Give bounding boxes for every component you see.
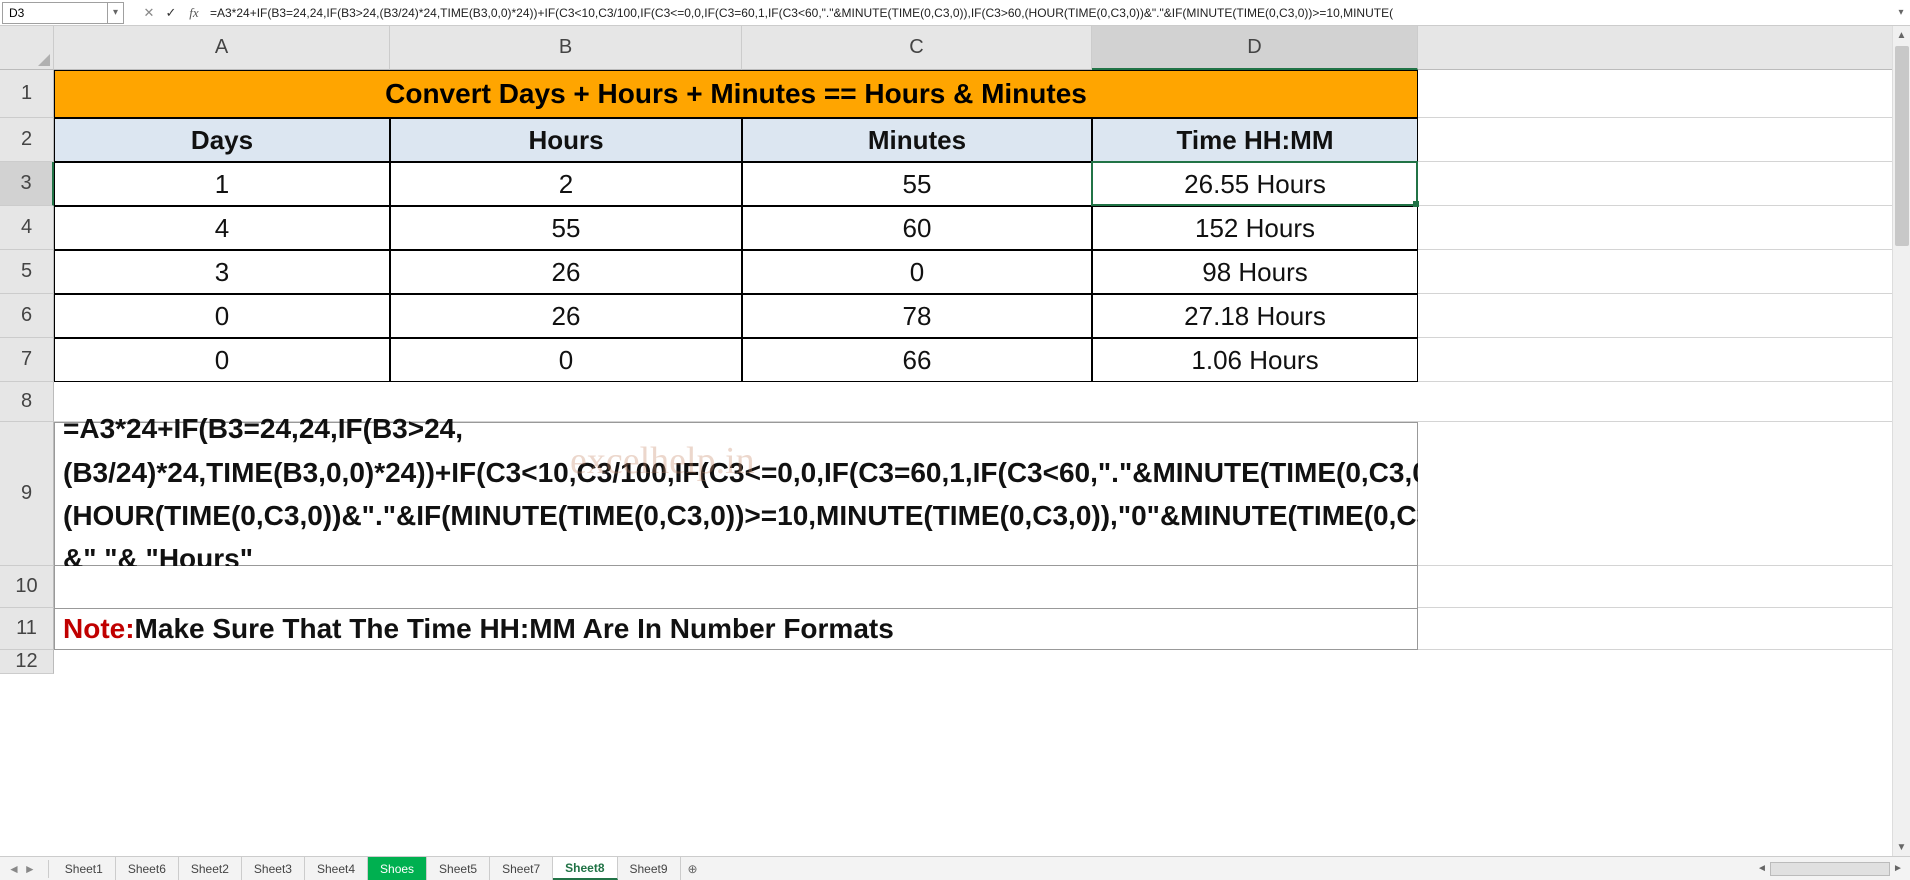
col-header-a[interactable]: A	[54, 26, 390, 70]
cell-a6[interactable]: 0	[54, 294, 390, 338]
row-headers: 1 2 3 4 5 6 7 8 9 10 11 12	[0, 70, 54, 674]
cell-blank-row12[interactable]	[54, 650, 1418, 674]
cell-blank[interactable]	[1418, 566, 1910, 608]
accept-formula-button[interactable]: ✓	[160, 2, 182, 24]
cell-b3[interactable]: 2	[390, 162, 742, 206]
cells-area: Convert Days + Hours + Minutes == Hours …	[54, 70, 1910, 674]
row-header[interactable]: 4	[0, 206, 54, 250]
row-header[interactable]: 2	[0, 118, 54, 162]
cell-blank[interactable]	[1418, 294, 1910, 338]
sheet-tab[interactable]: Sheet5	[427, 857, 490, 880]
header-hours[interactable]: Hours	[390, 118, 742, 162]
sheet-tab[interactable]: Sheet6	[116, 857, 179, 880]
cell-b4[interactable]: 55	[390, 206, 742, 250]
scroll-down-icon[interactable]: ▼	[1893, 838, 1910, 856]
cell-blank[interactable]	[1418, 422, 1910, 566]
formula-display-cell[interactable]: =A3*24+IF(B3=24,24,IF(B3>24,(B3/24)*24,T…	[54, 422, 1418, 566]
cell-b5[interactable]: 26	[390, 250, 742, 294]
cell-c3[interactable]: 55	[742, 162, 1092, 206]
row-header[interactable]: 7	[0, 338, 54, 382]
cell-blank[interactable]	[1418, 650, 1910, 674]
formula-input[interactable]	[206, 2, 1892, 24]
hscroll-track[interactable]	[1770, 862, 1890, 876]
cell-d7[interactable]: 1.06 Hours	[1092, 338, 1418, 382]
col-header-blank[interactable]	[1418, 26, 1910, 70]
row-header[interactable]: 1	[0, 70, 54, 118]
sheet-tab-shoes[interactable]: Shoes	[368, 857, 427, 880]
note-cell[interactable]: Note: Make Sure That The Time HH:MM Are …	[54, 608, 1418, 650]
note-text: Make Sure That The Time HH:MM Are In Num…	[135, 613, 894, 645]
row-header[interactable]: 8	[0, 382, 54, 422]
sheet-tab[interactable]: Sheet1	[53, 857, 116, 880]
sheet-nav-next-icon[interactable]: ►	[24, 862, 36, 876]
cancel-formula-button[interactable]: ✕	[138, 2, 160, 24]
cell-c7[interactable]: 66	[742, 338, 1092, 382]
col-header-b[interactable]: B	[390, 26, 742, 70]
sheet-tabs: Sheet1 Sheet6 Sheet2 Sheet3 Sheet4 Shoes…	[53, 857, 705, 880]
cell-blank[interactable]	[1418, 70, 1910, 118]
cell-b6[interactable]: 26	[390, 294, 742, 338]
select-all-corner[interactable]	[0, 26, 54, 70]
row-header[interactable]: 12	[0, 650, 54, 674]
horizontal-scroll-area: ◄ ►	[1754, 862, 1910, 876]
sheet-tab[interactable]: Sheet7	[490, 857, 553, 880]
row-header[interactable]: 5	[0, 250, 54, 294]
cell-a4[interactable]: 4	[54, 206, 390, 250]
sheet-nav: ◄ ►	[0, 862, 44, 876]
cell-b7[interactable]: 0	[390, 338, 742, 382]
sheet-tab[interactable]: Sheet3	[242, 857, 305, 880]
cell-c5[interactable]: 0	[742, 250, 1092, 294]
scroll-up-icon[interactable]: ▲	[1893, 26, 1910, 44]
add-sheet-button[interactable]: ⊕	[681, 857, 705, 880]
col-header-d[interactable]: D	[1092, 26, 1418, 70]
note-label: Note:	[63, 613, 135, 645]
cell-a5[interactable]: 3	[54, 250, 390, 294]
cell-blank-row10[interactable]	[54, 566, 1418, 608]
cell-c4[interactable]: 60	[742, 206, 1092, 250]
row-header[interactable]: 11	[0, 608, 54, 650]
formula-text: =A3*24+IF(B3=24,24,IF(B3>24,(B3/24)*24,T…	[63, 407, 1580, 581]
row-header[interactable]: 3	[0, 162, 54, 206]
sheet-nav-prev-icon[interactable]: ◄	[8, 862, 20, 876]
name-box-dropdown[interactable]: ▾	[108, 2, 124, 24]
vertical-scrollbar[interactable]: ▲ ▼	[1892, 26, 1910, 856]
row-header[interactable]: 6	[0, 294, 54, 338]
title-cell[interactable]: Convert Days + Hours + Minutes == Hours …	[54, 70, 1418, 118]
sheet-tab-bar: ◄ ► Sheet1 Sheet6 Sheet2 Sheet3 Sheet4 S…	[0, 856, 1910, 880]
cell-blank[interactable]	[1418, 162, 1910, 206]
cell-c6[interactable]: 78	[742, 294, 1092, 338]
spreadsheet-grid[interactable]: A B C D 1 2 3 4 5 6 7 8 9 10 11 12 Conve…	[0, 26, 1910, 856]
sheet-tab[interactable]: Sheet9	[618, 857, 681, 880]
fx-icon[interactable]: fx	[182, 5, 206, 21]
sheet-tab[interactable]: Sheet2	[179, 857, 242, 880]
formula-bar-expand-icon[interactable]: ▾	[1892, 7, 1910, 18]
cell-a7[interactable]: 0	[54, 338, 390, 382]
col-header-c[interactable]: C	[742, 26, 1092, 70]
header-time[interactable]: Time HH:MM	[1092, 118, 1418, 162]
cell-a3[interactable]: 1	[54, 162, 390, 206]
cell-d6[interactable]: 27.18 Hours	[1092, 294, 1418, 338]
header-days[interactable]: Days	[54, 118, 390, 162]
cell-blank[interactable]	[1418, 250, 1910, 294]
cell-blank[interactable]	[1418, 338, 1910, 382]
header-minutes[interactable]: Minutes	[742, 118, 1092, 162]
cell-d3-active[interactable]: 26.55 Hours	[1092, 162, 1418, 206]
row-header[interactable]: 10	[0, 566, 54, 608]
scroll-thumb[interactable]	[1895, 46, 1909, 246]
hscroll-right-icon[interactable]: ►	[1890, 863, 1906, 874]
cell-blank[interactable]	[1418, 118, 1910, 162]
cell-d4[interactable]: 152 Hours	[1092, 206, 1418, 250]
cell-d5[interactable]: 98 Hours	[1092, 250, 1418, 294]
cell-blank[interactable]	[1418, 608, 1910, 650]
column-headers: A B C D	[54, 26, 1910, 70]
divider	[48, 860, 49, 878]
cell-blank[interactable]	[1418, 206, 1910, 250]
hscroll-left-icon[interactable]: ◄	[1754, 863, 1770, 874]
sheet-tab[interactable]: Sheet4	[305, 857, 368, 880]
formula-bar-row: D3 ▾ ✕ ✓ fx ▾	[0, 0, 1910, 26]
row-header[interactable]: 9	[0, 422, 54, 566]
name-box[interactable]: D3	[2, 2, 108, 24]
sheet-tab-active[interactable]: Sheet8	[553, 857, 617, 880]
